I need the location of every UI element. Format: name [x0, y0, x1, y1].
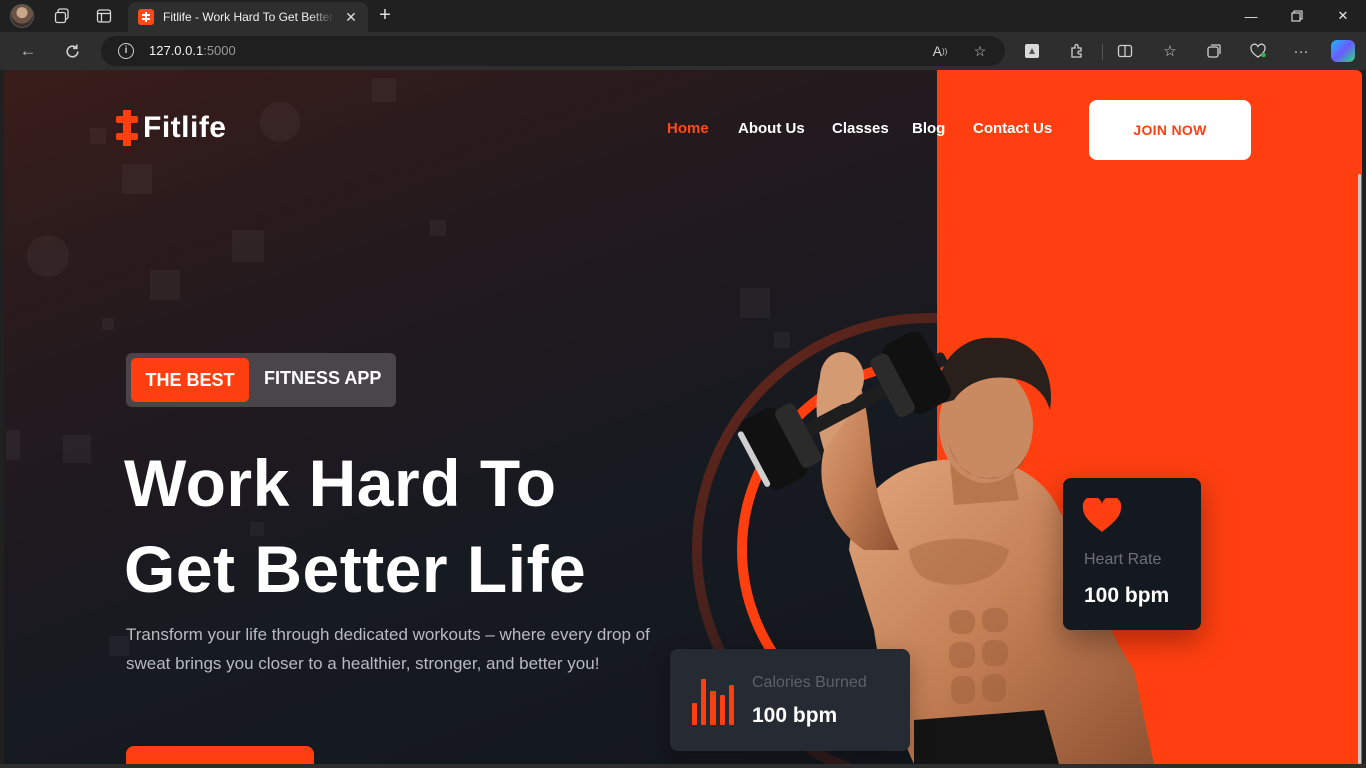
- active-tab[interactable]: Fitlife - Work Hard To Get Better Life ✕: [128, 2, 368, 32]
- url-text: 127.0.0.1:5000: [149, 43, 236, 58]
- close-window-icon[interactable]: ✕: [1320, 4, 1366, 28]
- badge-highlight: THE BEST: [131, 358, 249, 402]
- bar-chart-icon: [692, 677, 735, 725]
- decor-square: [90, 128, 106, 144]
- split-screen-icon[interactable]: [1114, 41, 1136, 61]
- decor-square: [63, 435, 91, 463]
- headline-line-2: Get Better Life: [124, 532, 587, 606]
- decor-square: [232, 230, 264, 262]
- decor-square: [122, 164, 152, 194]
- decor-circle: [27, 235, 69, 277]
- toolbar-divider: [1102, 44, 1103, 60]
- hero-subtext: Transform your life through dedicated wo…: [126, 625, 650, 673]
- extensions-puzzle-icon[interactable]: [1066, 41, 1088, 61]
- site-info-icon[interactable]: i: [118, 43, 134, 59]
- hero-badge: THE BEST FITNESS APP: [126, 353, 396, 407]
- nav-classes[interactable]: Classes: [832, 120, 889, 137]
- calories-label: Calories Burned: [752, 674, 867, 691]
- heart-rate-label: Heart Rate: [1084, 551, 1162, 568]
- new-tab-button[interactable]: +: [374, 5, 396, 27]
- heart-icon: [1082, 498, 1122, 532]
- browser-essentials-icon[interactable]: [1247, 41, 1269, 61]
- dumbbell-logo-icon: [116, 110, 138, 146]
- restore-icon[interactable]: [1274, 4, 1320, 28]
- nav-home[interactable]: Home: [667, 120, 709, 137]
- address-bar-row: ← i 127.0.0.1:5000 A)) ☆ ☆ ···: [0, 32, 1366, 70]
- decor-square: [102, 318, 114, 330]
- nav-blog[interactable]: Blog: [912, 120, 945, 137]
- tab-title: Fitlife - Work Hard To Get Better Life: [163, 10, 335, 24]
- page-scrollbar[interactable]: [1358, 174, 1361, 764]
- calories-value: 100 bpm: [752, 704, 838, 727]
- badge-text: FITNESS APP: [264, 368, 382, 388]
- decor-square: [150, 270, 180, 300]
- read-aloud-icon[interactable]: A)): [929, 41, 951, 61]
- url-bar[interactable]: i 127.0.0.1:5000 A)) ☆: [101, 36, 1005, 66]
- calories-card: Calories Burned 100 bpm: [670, 649, 910, 751]
- favicon-icon: [138, 9, 154, 25]
- extension-icon[interactable]: [1021, 41, 1043, 61]
- browser-tab-bar: Fitlife - Work Hard To Get Better Life ✕…: [0, 0, 1366, 32]
- tab-actions-icon[interactable]: [93, 5, 115, 27]
- logo-text: Fitlife: [143, 111, 227, 144]
- decor-square: [372, 78, 396, 102]
- join-now-button[interactable]: JOIN NOW: [1089, 100, 1251, 160]
- copilot-icon[interactable]: [1331, 40, 1355, 62]
- collections-icon[interactable]: [1203, 41, 1225, 61]
- decor-circle: [260, 102, 300, 142]
- heart-rate-value: 100 bpm: [1084, 584, 1170, 607]
- nav-about-us[interactable]: About Us: [738, 120, 805, 137]
- decor-square: [6, 430, 20, 460]
- settings-more-icon[interactable]: ···: [1290, 41, 1312, 61]
- window-bottom-edge: [0, 764, 1366, 768]
- profile-avatar[interactable]: [10, 4, 34, 28]
- favorite-star-icon[interactable]: ☆: [969, 41, 991, 61]
- headline-line-1: Work Hard To: [124, 446, 557, 520]
- close-tab-icon[interactable]: ✕: [342, 8, 360, 26]
- nav-contact-us[interactable]: Contact Us: [973, 120, 1052, 137]
- heart-rate-card: Heart Rate 100 bpm: [1063, 478, 1201, 630]
- hero-cta-button[interactable]: [126, 746, 314, 764]
- page-viewport: Fitlife Home About Us Classes Blog Conta…: [4, 70, 1362, 764]
- site-logo[interactable]: Fitlife: [116, 110, 227, 146]
- workspaces-icon[interactable]: [51, 5, 73, 27]
- favorites-icon[interactable]: ☆: [1159, 41, 1181, 61]
- hero-headline: Work Hard To Get Better Life: [124, 440, 684, 612]
- refresh-icon[interactable]: [60, 40, 84, 62]
- minimize-icon[interactable]: —: [1228, 4, 1274, 28]
- back-arrow-icon[interactable]: ←: [16, 40, 40, 62]
- decor-square: [430, 220, 446, 236]
